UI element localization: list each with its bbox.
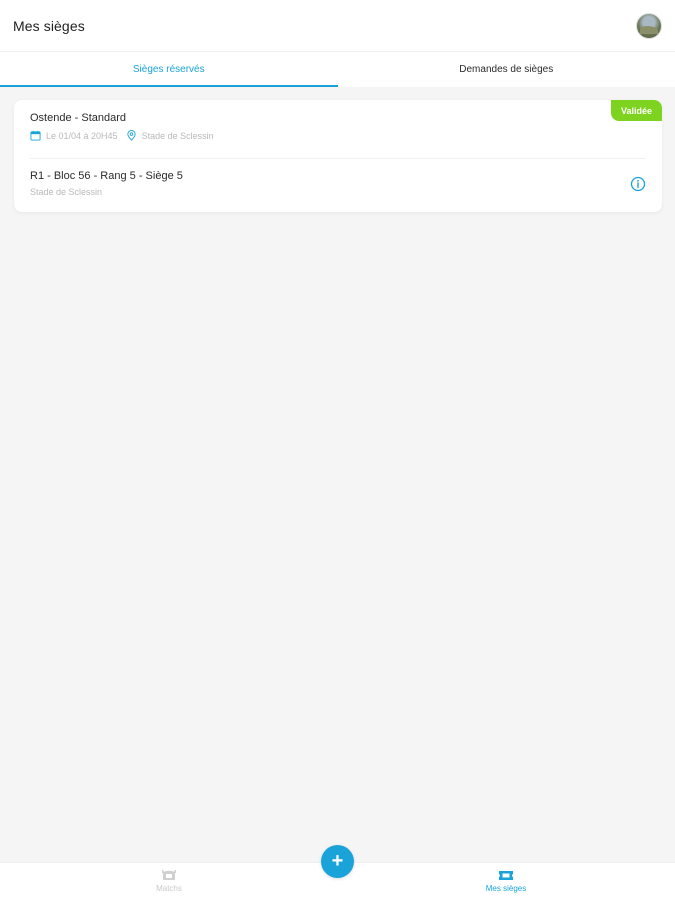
event-header: Ostende - Standard Le 01/04 à 20H45 Stad…: [30, 112, 646, 158]
event-venue: Stade de Sclessin: [141, 130, 214, 141]
tab-bar: Sièges réservés Demandes de sièges: [0, 52, 675, 87]
nav-label-matchs: Matchs: [156, 884, 182, 893]
ticket-icon: [499, 871, 513, 880]
user-avatar[interactable]: [636, 12, 662, 39]
seat-venue: Stade de Sclessin: [30, 187, 103, 197]
event-meta: Le 01/04 à 20H45 Stade de Sclessin: [30, 130, 646, 141]
seat-location: R1 - Bloc 56 - Rang 5 - Siège 5: [30, 170, 183, 182]
stadium-icon: [162, 870, 176, 880]
app-header: Mes sièges: [0, 0, 675, 52]
calendar-icon: [30, 130, 41, 141]
page-title: Mes sièges: [13, 17, 85, 34]
reservation-card[interactable]: Validée Ostende - Standard Le 01/04 à 20…: [14, 100, 662, 212]
nav-item-matchs[interactable]: Matchs: [109, 869, 229, 893]
info-icon[interactable]: [630, 176, 646, 192]
tab-seat-requests[interactable]: Demandes de sièges: [338, 52, 675, 87]
tab-reserved-seats[interactable]: Sièges réservés: [0, 52, 338, 87]
add-button[interactable]: +: [321, 845, 354, 878]
card-divider: [30, 158, 646, 159]
event-title: Ostende - Standard: [30, 112, 127, 124]
nav-label-mes-sieges: Mes sièges: [485, 884, 527, 893]
event-date: Le 01/04 à 20H45: [46, 130, 118, 141]
seat-details: R1 - Bloc 56 - Rang 5 - Siège 5 Stade de…: [30, 170, 646, 202]
nav-item-mes-sieges[interactable]: Mes sièges: [446, 869, 566, 893]
location-pin-icon: [126, 130, 136, 141]
